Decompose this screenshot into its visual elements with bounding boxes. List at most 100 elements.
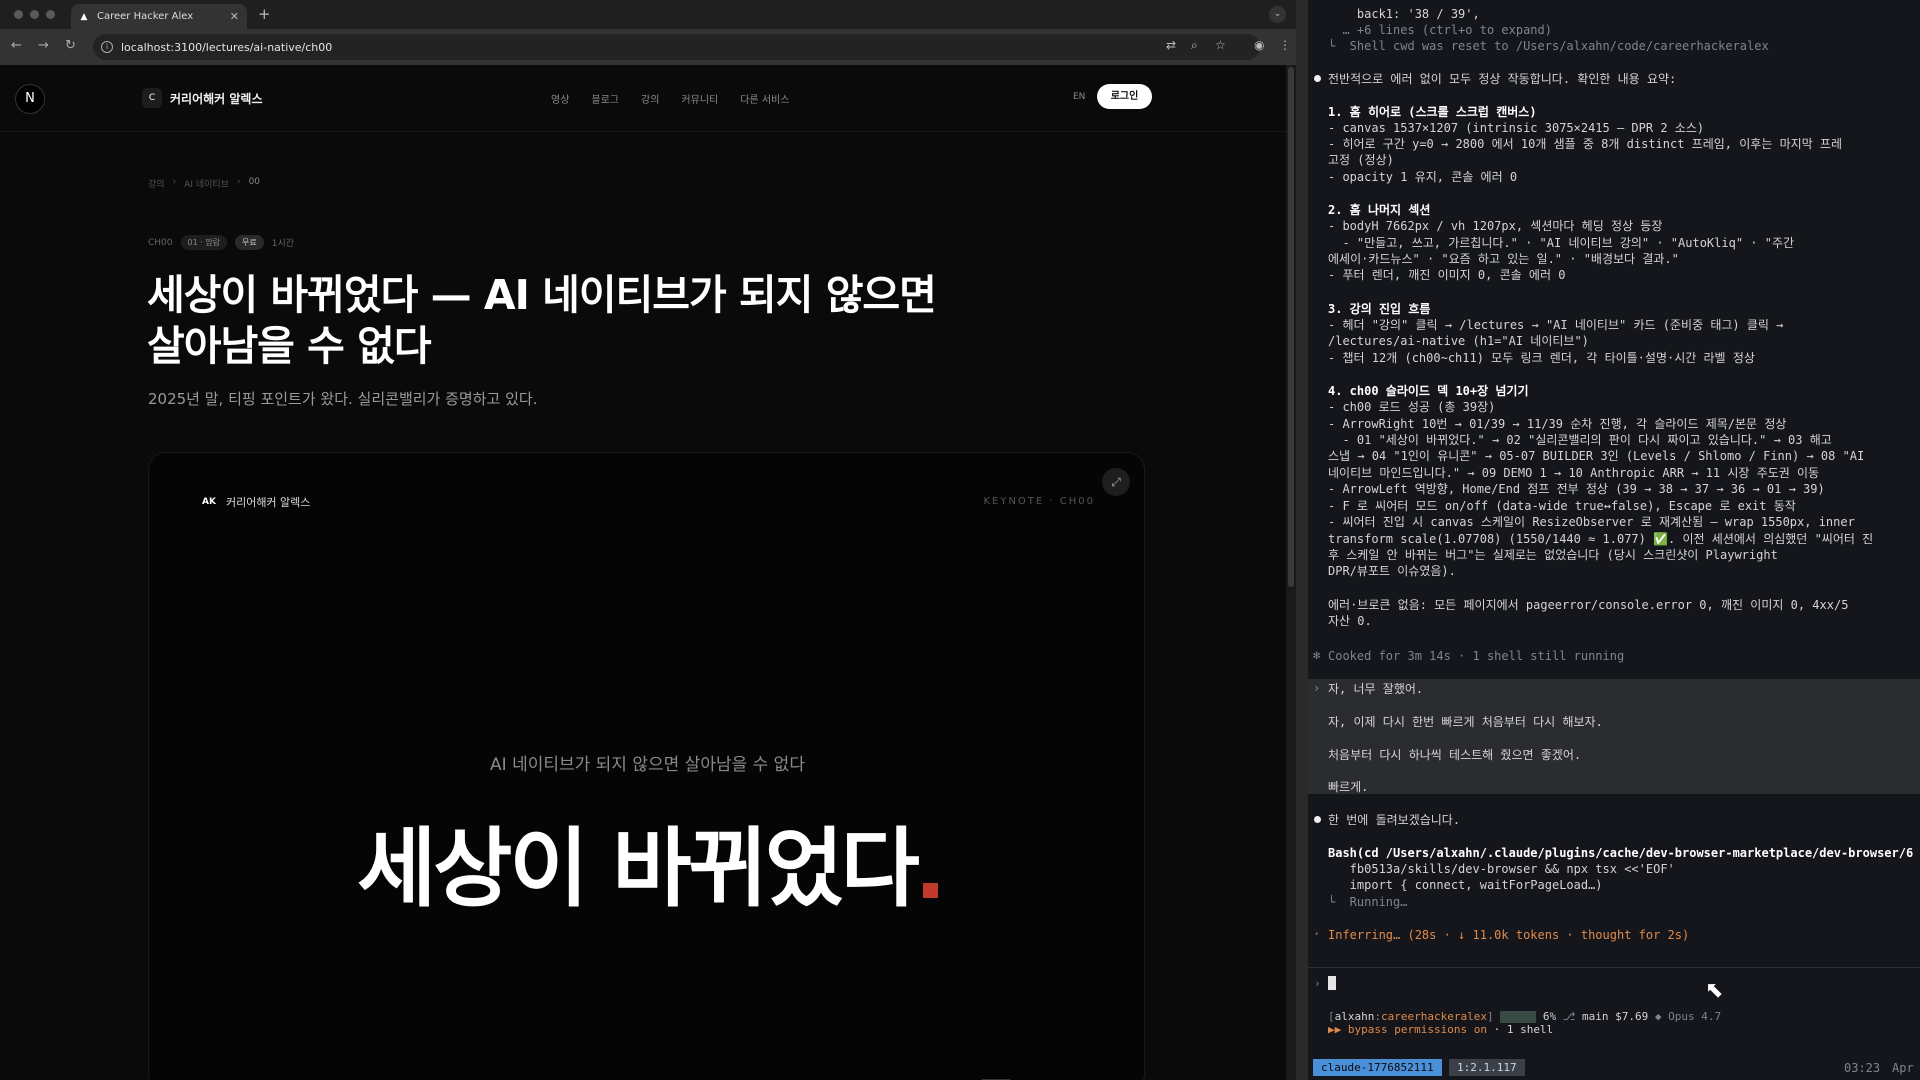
session-cost: $7.69 bbox=[1615, 1010, 1649, 1023]
nav-item-videos[interactable]: 영상 bbox=[551, 91, 569, 106]
profile-icon[interactable]: ◉ bbox=[1254, 38, 1264, 52]
terminal-line: transform scale(1.07708) (1550/1440 ≈ 1.… bbox=[1328, 532, 1874, 546]
terminal-line: /lectures/ai-native (h1="AI 네이티브") bbox=[1328, 334, 1589, 348]
terminal-line: - canvas 1537×1207 (intrinsic 3075×2415 … bbox=[1328, 121, 1705, 135]
user-message-line: 자, 이제 다시 한번 빠르게 처음부터 다시 해보자. bbox=[1328, 715, 1603, 729]
slide-deck[interactable]: AK 커리어해커 알렉스 KEYNOTE · CH00 ⤢ AI 네이티브가 되… bbox=[148, 452, 1145, 1080]
deck-brand-mark: AK bbox=[202, 497, 216, 507]
close-tab-icon[interactable]: ✕ bbox=[230, 10, 239, 23]
next-logo[interactable]: N bbox=[15, 84, 45, 114]
main-nav: 영상 블로그 강의 커뮤니티 다른 서비스 bbox=[551, 91, 789, 106]
breadcrumb-current: 00 bbox=[248, 177, 261, 187]
page-title: 세상이 바뀌었다 — AI 네이티브가 되지 않으면 살아남을 수 없다 bbox=[147, 271, 937, 370]
tab-bar: ▲ Career Hacker Alex ✕ + ⌄ bbox=[0, 0, 1296, 29]
forward-icon[interactable]: → bbox=[38, 38, 49, 53]
status-repo: careerhackeralex bbox=[1381, 1010, 1487, 1023]
close-window-icon[interactable] bbox=[14, 10, 23, 19]
user-message-line: 빠르게. bbox=[1328, 780, 1369, 794]
terminal-line: … +6 lines (ctrl+o to expand) bbox=[1328, 23, 1552, 37]
slide-headline: 세상이 바뀌었다 bbox=[357, 819, 920, 919]
page-scrollbar[interactable] bbox=[1286, 65, 1296, 1080]
zoom-icon[interactable]: ⌕ bbox=[1191, 38, 1198, 53]
terminal-line: 고정 (정상) bbox=[1328, 153, 1394, 167]
pane-tag[interactable]: 1:2.1.117 bbox=[1449, 1059, 1525, 1076]
terminal-line: 네이티브 마인드입니다." → 09 DEMO 1 → 10 Anthropic… bbox=[1328, 466, 1820, 480]
terminal-line: - "만들고, 쓰고, 가르칩니다." · "AI 네이티브 강의" · "Au… bbox=[1328, 236, 1795, 250]
mouse-pointer-icon: ⬉ bbox=[1705, 978, 1724, 1003]
terminal-line: - bodyH 7662px / vh 1207px, 섹션마다 헤딩 정상 등… bbox=[1328, 219, 1663, 233]
input-divider bbox=[1308, 967, 1920, 968]
header-divider bbox=[0, 131, 1286, 132]
nav-item-other-services[interactable]: 다른 서비스 bbox=[740, 91, 789, 106]
terminal-line: - ArrowLeft 역방향, Home/End 점프 전부 정상 (39 →… bbox=[1328, 482, 1825, 496]
reload-icon[interactable]: ↻ bbox=[65, 38, 76, 53]
browser-tab[interactable]: ▲ Career Hacker Alex ✕ bbox=[71, 4, 247, 29]
nav-item-community[interactable]: 커뮤니티 bbox=[681, 91, 718, 106]
terminal-line: 후 스케일 안 바뀌는 버그"는 실제로는 없었습니다 (당시 스크린샷이 Pl… bbox=[1328, 548, 1778, 562]
context-percent: 6% bbox=[1542, 1010, 1557, 1023]
terminal-line: 2. 홈 나머지 섹션 bbox=[1328, 203, 1431, 217]
free-badge: 무료 bbox=[235, 235, 264, 250]
user-message-line: 처음부터 다시 하나씩 테스트해 줬으면 좋겠어. bbox=[1328, 748, 1582, 762]
breadcrumb-ai-native[interactable]: AI 네이티브 bbox=[184, 177, 229, 190]
response-bullet bbox=[1314, 816, 1321, 823]
web-page: N C 커리어해커 알렉스 영상 블로그 강의 커뮤니티 다른 서비스 EN 로… bbox=[0, 65, 1296, 1080]
back-icon[interactable]: ← bbox=[11, 38, 22, 53]
date-fragment: Apr bbox=[1892, 1061, 1914, 1075]
terminal-line: DPR/뷰포트 이슈였음). bbox=[1328, 564, 1456, 578]
response-bullet bbox=[1314, 75, 1321, 82]
breadcrumb-separator: › bbox=[236, 177, 241, 187]
new-tab-icon[interactable]: + bbox=[258, 5, 271, 23]
menu-kebab-icon[interactable]: ⋮ bbox=[1279, 38, 1291, 52]
tool-status-line: └ Running… bbox=[1328, 895, 1408, 909]
inferring-status: Inferring… (28s · ↓ 11.0k tokens · thoug… bbox=[1328, 928, 1690, 942]
terminal-line: 에세이·카드뉴스" · "요즘 하고 있는 일." · "배경보다 결과." bbox=[1328, 252, 1679, 266]
terminal-line: - opacity 1 유지, 콘솔 에러 0 bbox=[1328, 170, 1518, 184]
terminal-line: Cooked for 3m 14s · 1 shell still runnin… bbox=[1328, 649, 1625, 663]
expand-icon[interactable]: ⤢ bbox=[1102, 468, 1130, 496]
input-cursor[interactable] bbox=[1328, 976, 1336, 990]
pane-divider[interactable] bbox=[1296, 0, 1308, 1080]
brand-mark: C bbox=[142, 88, 162, 108]
terminal-line: - 헤더 "강의" 클릭 → /lectures → "AI 네이티브" 카드 … bbox=[1328, 318, 1784, 332]
user-message-line: 자, 너무 잘했어. bbox=[1328, 682, 1424, 696]
terminal-line: 1. 홈 히어로 (스크롤 스크럽 캔버스) bbox=[1328, 105, 1537, 119]
login-button[interactable]: 로그인 bbox=[1097, 84, 1152, 109]
tmux-status-bar: claude-1776852111 1:2.1.117 03:23 Apr bbox=[1308, 1056, 1920, 1080]
prompt-marker-icon: › bbox=[1313, 681, 1321, 695]
shell-count: · 1 shell bbox=[1493, 1023, 1554, 1036]
duration-label: 1시간 bbox=[271, 239, 295, 249]
chapter-meta: CH00 01 · 맘람 무료 1시간 bbox=[148, 235, 294, 250]
browser-window: ▲ Career Hacker Alex ✕ + ⌄ ← → ↻ i local… bbox=[0, 0, 1296, 1080]
terminal-line: back1: '38 / 39', bbox=[1328, 7, 1480, 21]
url-text: localhost:3100/lectures/ai-native/ch00 bbox=[121, 40, 333, 54]
tool-call-line: Bash(cd /Users/alxahn/.claude/plugins/ca… bbox=[1328, 846, 1914, 860]
terminal-line: 에러·브로큰 없음: 모든 페이지에서 pageerror/console.er… bbox=[1328, 598, 1849, 612]
nav-item-lectures[interactable]: 강의 bbox=[641, 91, 659, 106]
terminal-line: - ArrowRight 10번 → 01/39 → 11/39 순차 진행, … bbox=[1328, 417, 1787, 431]
terminal-line: 스냅 → 04 "1인이 유니콘" → 05-07 BUILDER 3인 (Le… bbox=[1328, 449, 1865, 463]
browser-toolbar: ← → ↻ i localhost:3100/lectures/ai-nativ… bbox=[0, 29, 1296, 65]
site-info-icon[interactable]: i bbox=[101, 41, 113, 53]
address-bar[interactable]: i localhost:3100/lectures/ai-native/ch00 bbox=[93, 34, 1260, 60]
context-progress-bar bbox=[1500, 1011, 1537, 1023]
language-toggle[interactable]: EN bbox=[1073, 92, 1085, 102]
breadcrumb-lectures[interactable]: 강의 bbox=[148, 177, 165, 190]
scrollbar-thumb[interactable] bbox=[1288, 67, 1294, 587]
session-tag[interactable]: claude-1776852111 bbox=[1313, 1059, 1442, 1076]
asterisk-icon: ✻ bbox=[1313, 648, 1321, 662]
nav-item-blog[interactable]: 블로그 bbox=[591, 91, 619, 106]
translate-icon[interactable]: ⇄ bbox=[1166, 38, 1176, 52]
tab-search-icon[interactable]: ⌄ bbox=[1269, 6, 1286, 23]
permission-mode[interactable]: ▶▶ bypass permissions on bbox=[1328, 1023, 1487, 1036]
minimize-window-icon[interactable] bbox=[30, 10, 39, 19]
deck-chapter-chip: KEYNOTE · CH00 bbox=[983, 496, 1095, 507]
maximize-window-icon[interactable] bbox=[46, 10, 55, 19]
deck-brand-name: 커리어해커 알렉스 bbox=[225, 496, 311, 509]
terminal-pane: back1: '38 / 39', … +6 lines (ctrl+o to … bbox=[1308, 0, 1920, 1080]
terminal-line: - 히어로 구간 y=0 → 2800 에서 10개 샘플 중 8개 disti… bbox=[1328, 137, 1843, 151]
site-brand[interactable]: C 커리어해커 알렉스 bbox=[142, 88, 263, 108]
bookmark-star-icon[interactable]: ☆ bbox=[1215, 38, 1226, 52]
terminal-line: - 씨어터 진입 시 canvas 스케일이 ResizeObserver 로 … bbox=[1328, 515, 1855, 529]
breadcrumb-separator: › bbox=[172, 177, 177, 187]
